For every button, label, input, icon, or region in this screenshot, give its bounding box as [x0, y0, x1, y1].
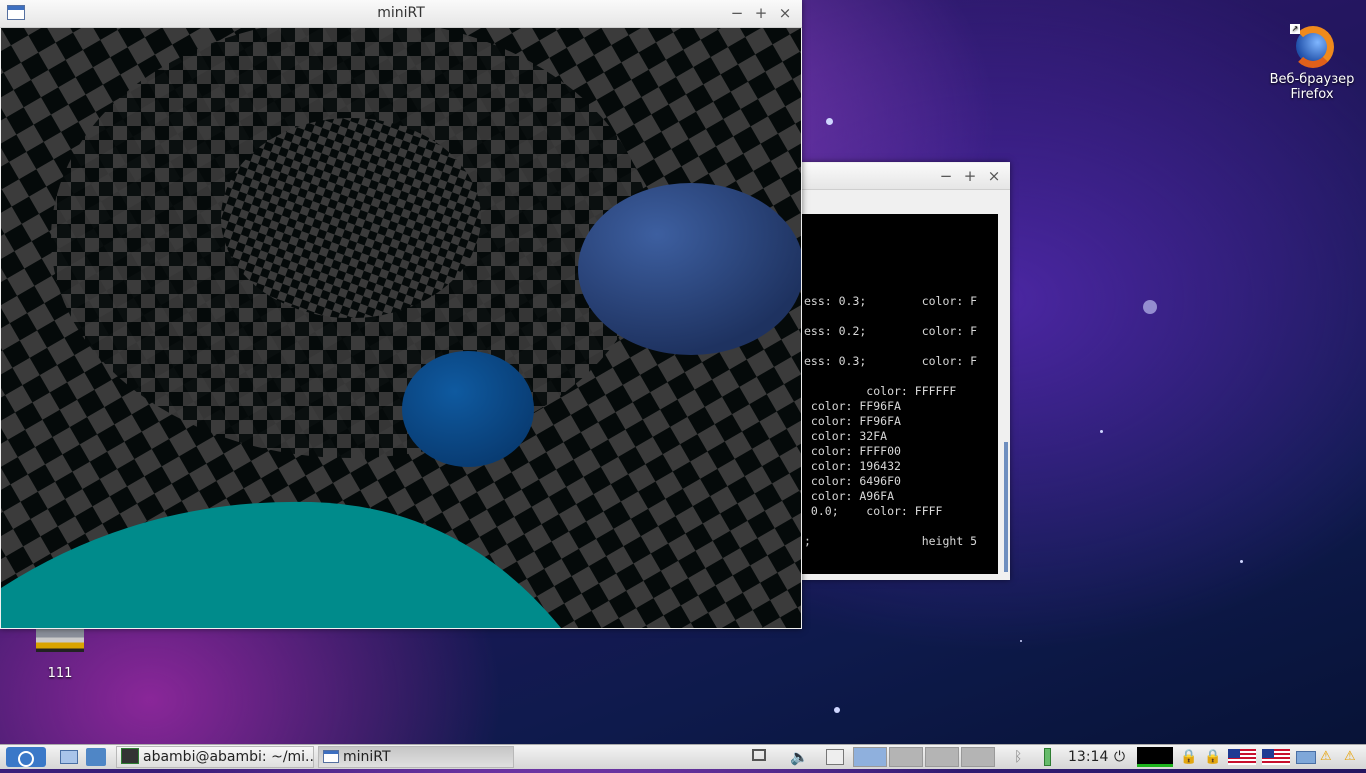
- printer-warning-icon[interactable]: ⚠: [1344, 747, 1364, 767]
- star: [1240, 560, 1243, 563]
- minimize-button[interactable]: −: [728, 4, 746, 22]
- terminal-output[interactable]: ess: 0.3; color: F ess: 0.2; color: F ess:…: [802, 214, 998, 574]
- workspace-3[interactable]: [925, 747, 959, 767]
- file-manager-icon[interactable]: [86, 747, 106, 767]
- speaker-icon[interactable]: 🔈: [790, 747, 812, 767]
- power-icon[interactable]: ⏻: [1114, 747, 1130, 767]
- lubuntu-logo-icon: [6, 747, 46, 767]
- workspace-4[interactable]: [961, 747, 995, 767]
- window-title: miniRT: [377, 5, 425, 21]
- star: [1020, 640, 1022, 642]
- lock-icon[interactable]: 🔒: [1180, 747, 1197, 767]
- workspace-1[interactable]: [853, 747, 887, 767]
- workspace-2[interactable]: [889, 747, 923, 767]
- taskbar-terminal-button[interactable]: abambi@abambi: ~/mi...: [116, 746, 314, 768]
- show-desktop-icon[interactable]: [60, 747, 80, 767]
- terminal-line: color: FFFFFF: [804, 384, 957, 398]
- render-canvas[interactable]: [1, 28, 801, 628]
- terminal-scrollbar[interactable]: [1004, 442, 1008, 572]
- update-warning-icon[interactable]: ⚠: [1320, 747, 1340, 767]
- terminal-line: color: 32FA: [804, 429, 888, 443]
- desktop-icon-label: Firefox: [1290, 87, 1334, 102]
- maximize-button[interactable]: +: [752, 4, 770, 22]
- lock-icon[interactable]: 🔒: [1204, 747, 1221, 767]
- battery-icon[interactable]: [1044, 747, 1054, 767]
- bluetooth-icon[interactable]: ᛒ: [1014, 747, 1026, 767]
- raytraced-scene: [1, 28, 801, 628]
- terminal-line: color: 196432: [804, 459, 901, 473]
- terminal-line: 0.0; color: FFFF: [804, 504, 943, 518]
- terminal-line: color: FF96FA: [804, 399, 901, 413]
- terminal-line: ess: 0.2; color: F: [804, 324, 978, 338]
- close-button[interactable]: ×: [985, 167, 1003, 185]
- clock[interactable]: 13:14: [1068, 747, 1108, 767]
- desktop-icon-111[interactable]: 111: [30, 628, 90, 681]
- keyboard-layout-flag-icon[interactable]: [1228, 749, 1256, 765]
- network-icon[interactable]: [1296, 747, 1316, 767]
- terminal-line: ; height 5: [804, 534, 978, 548]
- window-switch-icon[interactable]: [752, 747, 770, 767]
- terminal-line: color: FFFF00: [804, 444, 901, 458]
- desktop-icon-firefox[interactable]: ↗ Веб-браузер Firefox: [1262, 24, 1362, 102]
- desktop-icon-label: Веб-браузер: [1269, 72, 1355, 87]
- desktop-icon-label: 111: [47, 666, 73, 681]
- shortcut-arrow-icon: ↗: [1290, 24, 1300, 34]
- star: [1143, 300, 1157, 314]
- minirt-titlebar[interactable]: miniRT − + ×: [0, 0, 802, 28]
- taskbar: abambi@abambi: ~/mi... miniRT 🔈 ᛒ 13:14 …: [0, 744, 1366, 769]
- star: [1100, 430, 1103, 433]
- terminal-titlebar[interactable]: − + ×: [802, 163, 1010, 190]
- terminal-icon: [121, 748, 139, 764]
- minirt-window[interactable]: miniRT − + ×: [0, 0, 802, 629]
- terminal-line: ess: 0.3; color: F: [804, 294, 978, 308]
- desktop-pager-icon[interactable]: [826, 747, 846, 767]
- task-label: abambi@abambi: ~/mi...: [143, 749, 314, 765]
- task-label: miniRT: [343, 749, 391, 765]
- small-blue-sphere: [402, 351, 534, 467]
- terminal-line: ess: 0.3; color: F: [804, 354, 978, 368]
- large-blue-sphere: [578, 183, 801, 355]
- terminal-line: color: FF96FA: [804, 414, 901, 428]
- maximize-button[interactable]: +: [961, 167, 979, 185]
- window-icon: [323, 749, 339, 763]
- minimize-button[interactable]: −: [937, 167, 955, 185]
- star: [826, 118, 833, 125]
- keyboard-layout-flag-icon[interactable]: [1262, 749, 1290, 765]
- taskbar-minirt-button[interactable]: miniRT: [318, 746, 514, 768]
- terminal-window[interactable]: − + × ess: 0.3; color: F ess: 0.2; color:…: [802, 162, 1010, 580]
- terminal-line: color: A96FA: [804, 489, 895, 503]
- terminal-line: color: 6496F0: [804, 474, 901, 488]
- folder-thumbnail-icon: [36, 628, 84, 652]
- firefox-icon: ↗: [1290, 24, 1334, 68]
- start-menu-button[interactable]: [6, 747, 46, 767]
- cpu-monitor-icon[interactable]: [1137, 747, 1173, 767]
- star: [834, 707, 840, 713]
- close-button[interactable]: ×: [776, 4, 794, 22]
